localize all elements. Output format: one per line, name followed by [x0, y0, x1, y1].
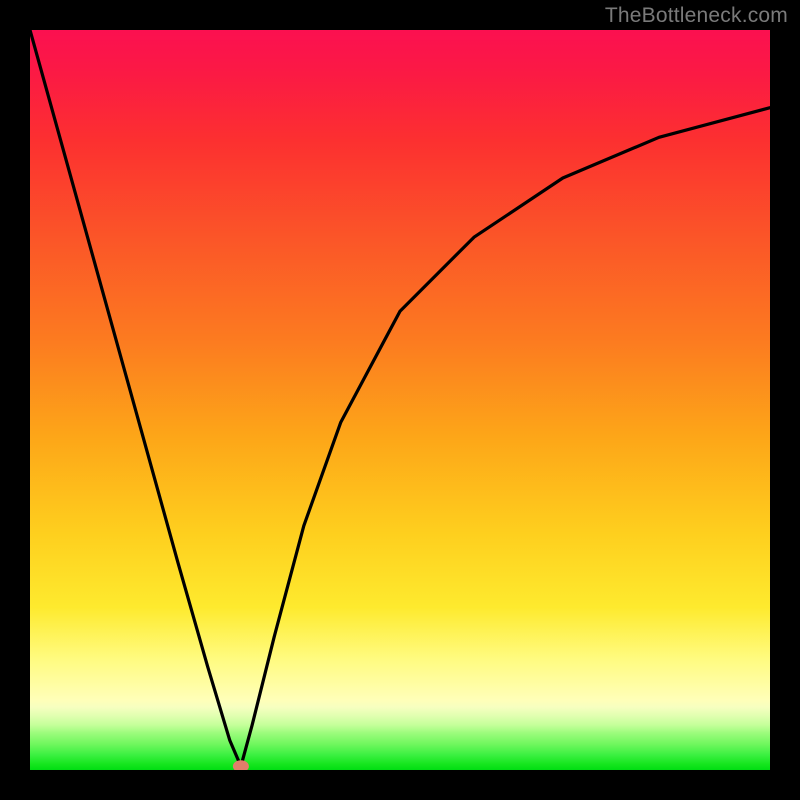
chart-frame: TheBottleneck.com: [0, 0, 800, 800]
attribution-watermark: TheBottleneck.com: [605, 4, 788, 28]
gradient-plot-area: [30, 30, 770, 770]
bottleneck-curve: [30, 30, 770, 770]
curve-left-branch: [30, 30, 241, 766]
minimum-marker: [233, 760, 249, 770]
curve-right-branch: [241, 108, 770, 767]
